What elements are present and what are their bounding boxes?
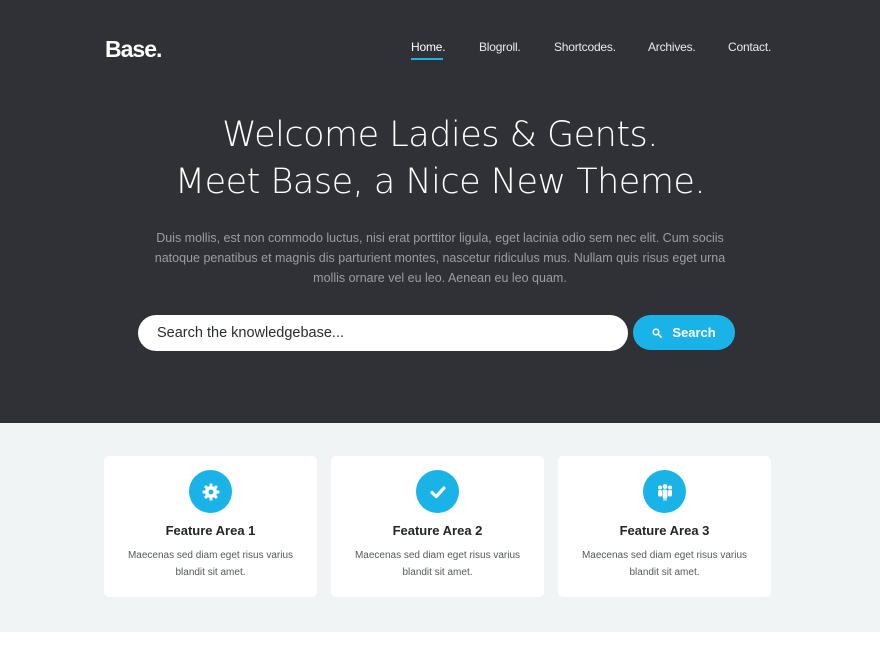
feature-card-3: Feature Area 3 Maecenas sed diam eget ri… (558, 456, 771, 597)
feature-title: Feature Area 1 (165, 523, 256, 538)
users-icon (657, 483, 672, 500)
search-button[interactable]: Search (633, 315, 735, 350)
feature-description-line-1: Maecenas sed diam eget risus varius (127, 550, 294, 561)
feature-card-2: Feature Area 2 Maecenas sed diam eget ri… (331, 456, 544, 597)
feature-description-line-1: Maecenas sed diam eget risus varius (354, 550, 521, 561)
nav-item-archives[interactable]: Archives. (648, 40, 696, 54)
feature-title: Feature Area 3 (619, 523, 710, 538)
search-button-label: Search (672, 325, 716, 340)
feature-description: Maecenas sed diam eget risus varius blan… (351, 547, 524, 581)
hero-title-line-1: Welcome Ladies & Gents. (222, 115, 658, 155)
feature-icon-badge (189, 470, 232, 513)
feature-description-line-2: blandit sit amet. (175, 567, 246, 578)
feature-description-line-1: Maecenas sed diam eget risus varius (581, 550, 748, 561)
feature-card-1: Feature Area 1 Maecenas sed diam eget ri… (104, 456, 317, 597)
feature-description-line-2: blandit sit amet. (629, 567, 700, 578)
feature-icon-badge (416, 470, 459, 513)
feature-title: Feature Area 2 (392, 523, 483, 538)
search-icon (652, 327, 663, 338)
hero-description-line-1: Duis mollis, est non commodo luctus, nis… (156, 231, 724, 245)
nav-item-blogroll[interactable]: Blogroll. (479, 40, 521, 54)
nav-item-home[interactable]: Home. (411, 40, 446, 54)
feature-description: Maecenas sed diam eget risus varius blan… (578, 547, 751, 581)
hero-title: Welcome Ladies & Gents. Meet Base, a Nic… (0, 112, 880, 206)
hero-description: Duis mollis, est non commodo luctus, nis… (130, 228, 750, 288)
feature-description-line-2: blandit sit amet. (402, 567, 473, 578)
hero-description-line-2: natoque penatibus et magnis dis parturie… (154, 251, 726, 265)
feature-icon-badge (643, 470, 686, 513)
feature-description: Maecenas sed diam eget risus varius blan… (124, 547, 297, 581)
hero-description-line-3: mollis ornare vel eu leo. Aenean eu leo … (313, 271, 567, 285)
main-nav: Home. Blogroll. Shortcodes. Archives. Co… (0, 40, 880, 70)
nav-item-shortcodes[interactable]: Shortcodes. (554, 40, 616, 54)
nav-item-contact[interactable]: Contact. (728, 40, 771, 54)
hero-title-line-2: Meet Base, a Nice New Theme. (174, 162, 706, 202)
checkmark-icon (429, 485, 446, 498)
hero-section: Base. Home. Blogroll. Shortcodes. Archiv… (0, 0, 880, 423)
gear-icon (202, 483, 219, 500)
nav-active-indicator (411, 58, 443, 60)
search-input[interactable] (138, 315, 628, 351)
